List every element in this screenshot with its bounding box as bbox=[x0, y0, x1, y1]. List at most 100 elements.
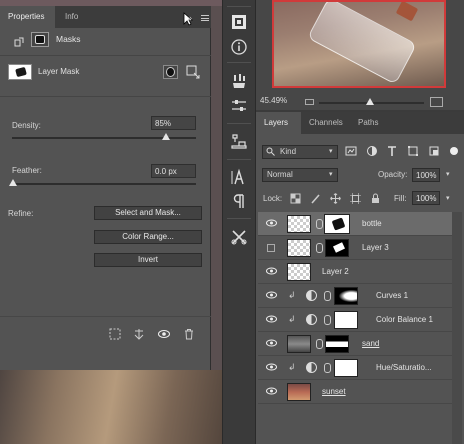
adjustment-layer-icon[interactable] bbox=[306, 362, 317, 373]
info-icon[interactable] bbox=[230, 38, 248, 56]
layer-row-layer-3[interactable]: Layer 3 bbox=[258, 236, 452, 260]
layer-mask-thumbnail[interactable] bbox=[334, 311, 358, 329]
select-pixel-mask-button[interactable] bbox=[163, 65, 178, 79]
apply-mask-icon[interactable] bbox=[133, 328, 145, 340]
fill-input[interactable]: 100% bbox=[412, 191, 440, 205]
zoom-in-icon[interactable] bbox=[430, 97, 443, 107]
link-icon[interactable] bbox=[316, 339, 323, 349]
layer-row-sand[interactable]: sand bbox=[258, 332, 452, 356]
density-input[interactable]: 85% bbox=[151, 116, 196, 130]
layer-thumbnail[interactable] bbox=[287, 335, 311, 353]
layer-mask-type-icon[interactable] bbox=[31, 32, 49, 47]
filter-shape-icon[interactable] bbox=[407, 145, 419, 157]
brush-presets-icon[interactable] bbox=[230, 72, 248, 90]
lock-all-icon[interactable] bbox=[370, 193, 381, 204]
layer-mask-thumbnail[interactable] bbox=[334, 359, 358, 377]
layer-mask-thumbnail[interactable] bbox=[325, 239, 349, 257]
paragraph-icon[interactable] bbox=[230, 192, 248, 210]
feather-input[interactable]: 0.0 px bbox=[151, 164, 196, 178]
invert-button[interactable]: Invert bbox=[94, 253, 202, 267]
add-vector-mask-icon[interactable] bbox=[186, 65, 200, 79]
filter-smart-object-icon[interactable] bbox=[428, 145, 440, 157]
properties-footer bbox=[0, 316, 211, 342]
chevron-down-icon[interactable]: ▾ bbox=[446, 194, 450, 202]
layer-row-bottle[interactable]: bottle bbox=[258, 212, 452, 236]
layer-mask-thumbnail[interactable] bbox=[324, 214, 350, 234]
layer-thumbnail[interactable] bbox=[287, 239, 311, 257]
pixel-layer-icon[interactable] bbox=[14, 37, 24, 47]
eye-icon[interactable] bbox=[266, 291, 277, 299]
zoom-level[interactable]: 45.49% bbox=[260, 96, 287, 105]
tab-properties[interactable]: Properties bbox=[0, 6, 55, 28]
eye-icon[interactable] bbox=[266, 315, 277, 323]
filter-pixel-icon[interactable] bbox=[345, 145, 357, 157]
layer-row-hue-saturation[interactable]: ↲ Hue/Saturatio... bbox=[258, 356, 452, 380]
filter-type-icon[interactable] bbox=[386, 145, 398, 157]
tab-channels[interactable]: Channels bbox=[301, 112, 351, 134]
layer-name[interactable]: Color Balance 1 bbox=[376, 315, 433, 324]
link-icon[interactable] bbox=[324, 291, 331, 301]
layer-name[interactable]: bottle bbox=[362, 219, 382, 228]
lock-image-pixels-icon[interactable] bbox=[310, 193, 321, 204]
layers-scrollbar[interactable] bbox=[452, 212, 462, 444]
character-icon[interactable] bbox=[230, 168, 248, 186]
trash-icon[interactable] bbox=[183, 328, 195, 340]
link-icon[interactable] bbox=[316, 243, 323, 253]
load-selection-icon[interactable] bbox=[109, 328, 121, 340]
eye-icon[interactable] bbox=[266, 387, 277, 395]
tab-info[interactable]: Info bbox=[57, 6, 86, 28]
layer-name[interactable]: Layer 2 bbox=[322, 267, 349, 276]
layer-row-curves-1[interactable]: ↲ Curves 1 bbox=[258, 284, 452, 308]
layer-name[interactable]: Curves 1 bbox=[376, 291, 408, 300]
clone-source-icon[interactable] bbox=[230, 132, 248, 150]
density-slider-thumb[interactable] bbox=[162, 133, 170, 140]
link-icon[interactable] bbox=[324, 363, 331, 373]
layer-name[interactable]: Layer 3 bbox=[362, 243, 389, 252]
divider bbox=[227, 123, 251, 124]
collapse-panel-icon[interactable]: » bbox=[187, 13, 192, 23]
layer-name[interactable]: Hue/Saturatio... bbox=[376, 363, 432, 372]
layer-row-layer-2[interactable]: Layer 2 bbox=[258, 260, 452, 284]
eye-icon[interactable] bbox=[266, 219, 277, 227]
eye-icon[interactable] bbox=[266, 363, 277, 371]
layer-name[interactable]: sand bbox=[362, 339, 379, 348]
adjustment-layer-icon[interactable] bbox=[306, 314, 317, 325]
feather-slider-thumb[interactable] bbox=[9, 179, 17, 186]
layer-thumbnail[interactable] bbox=[287, 383, 311, 401]
feather-slider-track[interactable] bbox=[12, 183, 196, 185]
layer-mask-thumbnail[interactable] bbox=[325, 335, 349, 353]
tab-paths[interactable]: Paths bbox=[350, 112, 386, 134]
panel-menu-icon[interactable] bbox=[201, 15, 209, 21]
canvas-image[interactable] bbox=[0, 370, 222, 444]
layer-thumbnail[interactable] bbox=[287, 215, 311, 233]
link-icon[interactable] bbox=[316, 219, 323, 229]
color-range-button[interactable]: Color Range... bbox=[94, 230, 202, 244]
eye-icon[interactable] bbox=[266, 339, 277, 347]
adjustment-layer-icon[interactable] bbox=[306, 290, 317, 301]
opacity-input[interactable]: 100% bbox=[412, 168, 440, 182]
eye-icon[interactable] bbox=[266, 267, 277, 275]
navigator-icon[interactable] bbox=[230, 13, 248, 31]
select-and-mask-button[interactable]: Select and Mask... bbox=[94, 206, 202, 220]
lock-transparent-pixels-icon[interactable] bbox=[290, 193, 301, 204]
link-icon[interactable] bbox=[324, 315, 331, 325]
layer-mask-thumbnail[interactable] bbox=[334, 287, 358, 305]
adjustments-sliders-icon[interactable] bbox=[230, 97, 248, 115]
visibility-toggle-off[interactable] bbox=[267, 244, 275, 252]
layer-thumbnail[interactable] bbox=[287, 263, 311, 281]
lock-artboard-icon[interactable] bbox=[350, 193, 361, 204]
filter-toggle-icon[interactable] bbox=[449, 145, 459, 157]
zoom-slider-thumb[interactable] bbox=[366, 98, 374, 105]
layer-row-sunset[interactable]: sunset bbox=[258, 380, 452, 404]
tab-layers[interactable]: Layers bbox=[256, 112, 301, 134]
layer-row-color-balance-1[interactable]: ↲ Color Balance 1 bbox=[258, 308, 452, 332]
lock-position-icon[interactable] bbox=[330, 193, 341, 204]
filter-adjustment-icon[interactable] bbox=[366, 145, 378, 157]
filter-kind-label: Kind bbox=[280, 147, 297, 156]
tool-presets-icon[interactable] bbox=[230, 228, 248, 246]
eye-icon[interactable] bbox=[158, 328, 170, 340]
layer-name[interactable]: sunset bbox=[322, 387, 346, 396]
navigator-preview[interactable] bbox=[272, 0, 446, 88]
zoom-out-icon[interactable] bbox=[305, 99, 314, 105]
chevron-down-icon[interactable]: ▾ bbox=[446, 170, 450, 178]
